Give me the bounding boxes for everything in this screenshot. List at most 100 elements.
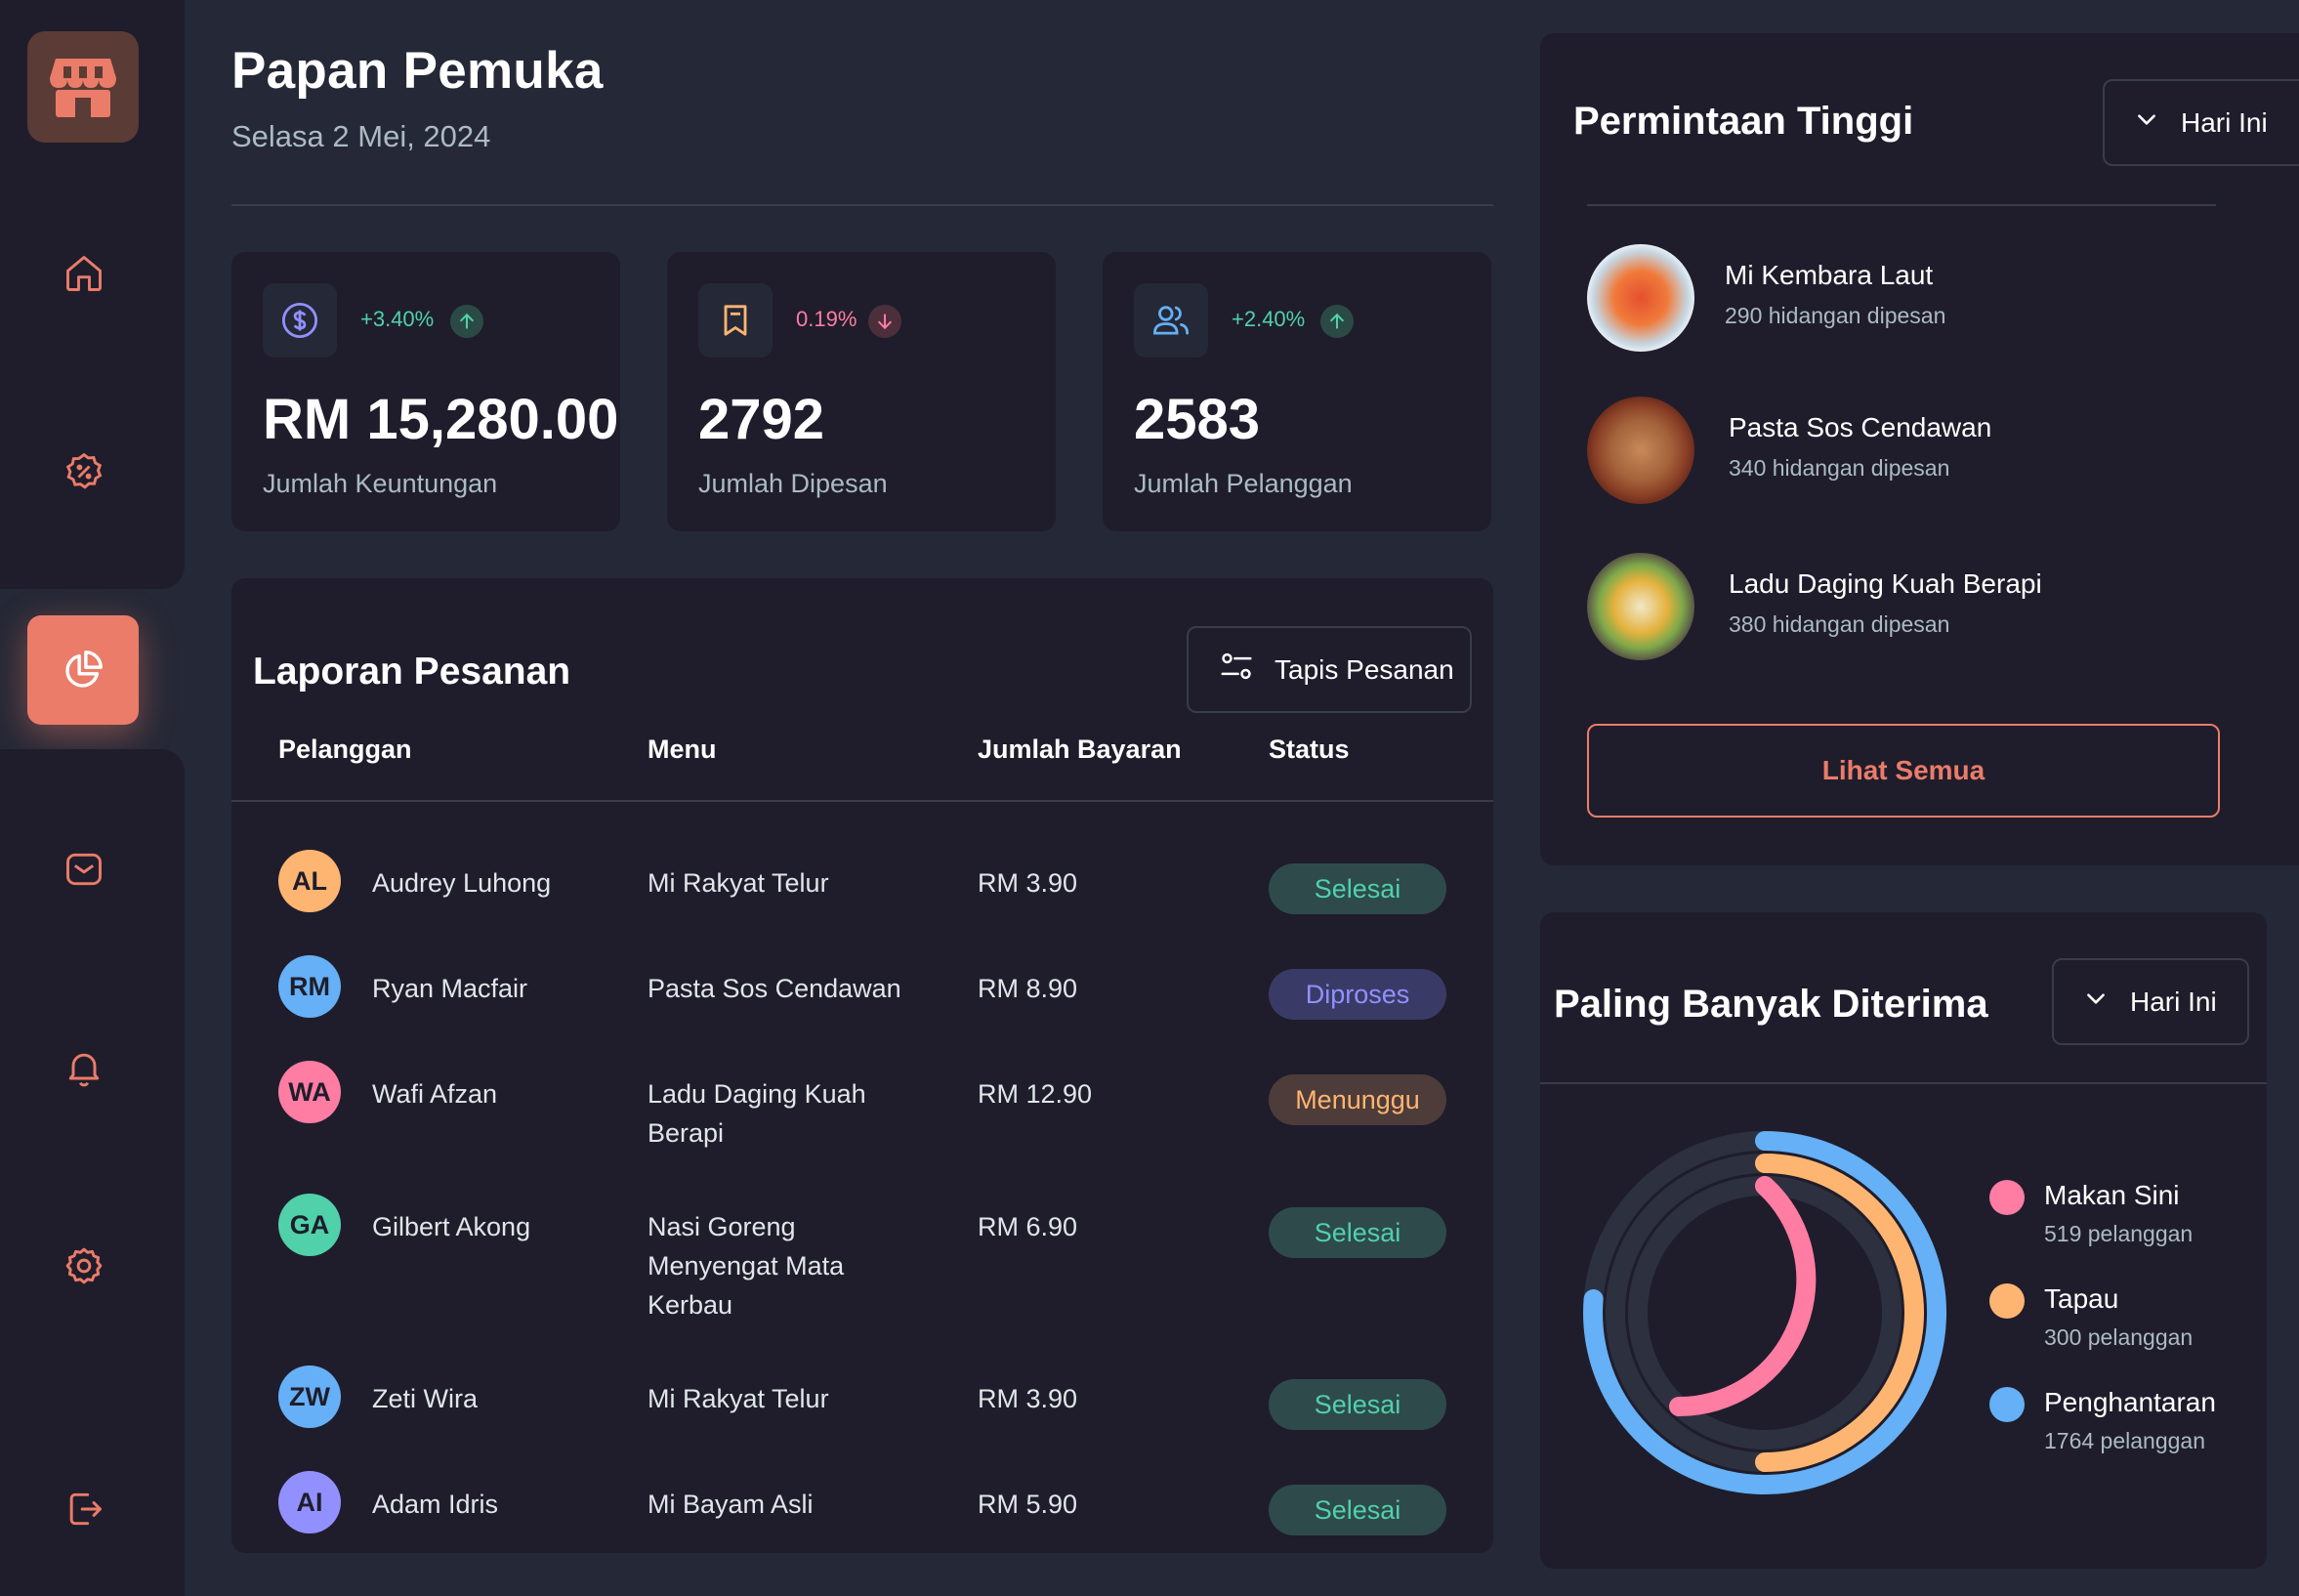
home-icon[interactable]: [53, 242, 114, 304]
menu-item: Mi Rakyat Telur: [648, 868, 829, 898]
filter-orders-button[interactable]: Tapis Pesanan: [1187, 626, 1472, 713]
report-title: Laporan Pesanan: [253, 651, 571, 693]
arrow-up-icon: [1320, 305, 1354, 338]
stat-value: 2583: [1134, 388, 1261, 451]
menu-item: Nasi Goreng Menyengat Mata Kerbau: [648, 1212, 845, 1320]
legend-count: 300 pelanggan: [2044, 1324, 2194, 1350]
status-badge: Selesai: [1269, 863, 1446, 914]
dish-item[interactable]: Mi Kembara Laut 290 hidangan dipesan: [1587, 244, 2173, 352]
dish-image: [1587, 553, 1694, 660]
customer-name: Wafi Afzan: [372, 1079, 498, 1109]
period-dropdown[interactable]: Hari Ini: [2052, 958, 2249, 1045]
bookmark-icon: [698, 283, 773, 357]
sidebar-lower: [0, 749, 185, 1596]
dish-orders: 380 hidangan dipesan: [1729, 611, 1950, 637]
dish-name: Ladu Daging Kuah Berapi: [1729, 568, 2042, 599]
dish-image: [1587, 244, 1694, 352]
status-badge: Menunggu: [1269, 1074, 1446, 1125]
customer-name: Adam Idris: [372, 1490, 499, 1519]
filter-icon: [1218, 648, 1255, 692]
filter-label: Tapis Pesanan: [1275, 653, 1454, 685]
menu-item: Mi Rakyat Telur: [648, 1384, 829, 1413]
dashboard-pie-icon[interactable]: [27, 615, 139, 725]
page-title: Papan Pemuka: [231, 42, 604, 100]
stat-change: +2.40%: [1232, 307, 1306, 331]
stat-label: Jumlah Keuntungan: [263, 469, 498, 498]
payment-amount: RM 12.90: [978, 1079, 1093, 1109]
customer-name: Ryan Macfair: [372, 974, 528, 1003]
column-header-payment: Jumlah Bayaran: [978, 735, 1182, 764]
legend-dot: [1989, 1180, 2025, 1215]
legend-count: 1764 pelanggan: [2044, 1428, 2205, 1453]
stat-change: +3.40%: [360, 307, 435, 331]
avatar: RM: [278, 955, 341, 1018]
status-badge: Selesai: [1269, 1207, 1446, 1258]
legend-dot: [1989, 1283, 2025, 1319]
period-label: Hari Ini: [2130, 986, 2217, 1017]
dish-item[interactable]: Ladu Daging Kuah Berapi 380 hidangan dip…: [1587, 553, 2173, 660]
high-demand-title: Permintaan Tinggi: [1573, 100, 1914, 143]
stat-value: 2792: [698, 388, 825, 451]
donut-arc-dine-in: [1669, 1176, 1817, 1417]
notification-icon[interactable]: [53, 1036, 114, 1098]
most-accepted-divider: [1540, 1082, 2267, 1084]
payment-amount: RM 6.90: [978, 1212, 1078, 1241]
column-header-status: Status: [1269, 735, 1350, 764]
payment-amount: RM 5.90: [978, 1490, 1078, 1519]
see-all-button[interactable]: Lihat Semua: [1587, 724, 2220, 818]
high-demand-divider: [1587, 204, 2216, 206]
stat-card-profit: +3.40% RM 15,280.00 Jumlah Keuntungan: [231, 252, 620, 531]
message-icon[interactable]: [53, 838, 114, 900]
header-divider: [231, 204, 1493, 206]
order-type-donut-chart: [1583, 1131, 1947, 1494]
column-header-menu: Menu: [648, 735, 717, 764]
status-badge: Diproses: [1269, 969, 1446, 1020]
dish-orders: 340 hidangan dipesan: [1729, 455, 1950, 481]
legend-name: Tapau: [2044, 1283, 2119, 1314]
stat-value: RM 15,280.00: [263, 388, 619, 451]
payment-amount: RM 8.90: [978, 974, 1078, 1003]
menu-item: Pasta Sos Cendawan: [648, 974, 901, 1003]
order-report: Laporan Pesanan Tapis Pesanan Pelanggan …: [231, 578, 1493, 1553]
settings-icon[interactable]: [53, 1235, 114, 1296]
stat-change: 0.19%: [796, 307, 857, 331]
store-icon[interactable]: [27, 31, 139, 143]
dish-name: Mi Kembara Laut: [1725, 260, 1934, 290]
stat-card-customers: +2.40% 2583 Jumlah Pelanggan: [1103, 252, 1491, 531]
dollar-icon: [263, 283, 337, 357]
menu-item: Ladu Daging Kuah Berapi: [648, 1079, 866, 1148]
legend-name: Makan Sini: [2044, 1180, 2180, 1210]
table-header-divider: [231, 800, 1493, 802]
payment-amount: RM 3.90: [978, 1384, 1078, 1413]
avatar: AL: [278, 850, 341, 912]
legend-dot: [1989, 1387, 2025, 1422]
period-dropdown[interactable]: Hari Ini: [2103, 79, 2299, 166]
status-badge: Selesai: [1269, 1379, 1446, 1430]
payment-amount: RM 3.90: [978, 868, 1078, 898]
page-date: Selasa 2 Mei, 2024: [231, 119, 491, 153]
customer-name: Zeti Wira: [372, 1384, 478, 1413]
arrow-up-icon: [450, 305, 483, 338]
users-icon: [1134, 283, 1208, 357]
logout-icon[interactable]: [53, 1478, 114, 1539]
most-accepted-title: Paling Banyak Diterima: [1554, 983, 1988, 1026]
legend-count: 519 pelanggan: [2044, 1221, 2194, 1246]
column-header-customer: Pelanggan: [278, 735, 412, 764]
customer-name: Gilbert Akong: [372, 1212, 531, 1241]
avatar: WA: [278, 1061, 341, 1123]
status-badge: Selesai: [1269, 1485, 1446, 1535]
arrow-down-icon: [868, 305, 901, 338]
avatar: GA: [278, 1194, 341, 1256]
legend-name: Penghantaran: [2044, 1387, 2216, 1417]
customer-name: Audrey Luhong: [372, 868, 552, 898]
discount-icon[interactable]: [53, 441, 114, 502]
most-accepted-panel: Paling Banyak Diterima Hari Ini Makan Si…: [1540, 912, 2267, 1569]
dish-image: [1587, 397, 1694, 504]
stat-label: Jumlah Dipesan: [698, 469, 888, 498]
avatar: AI: [278, 1471, 341, 1533]
period-label: Hari Ini: [2181, 106, 2268, 138]
chevron-down-icon: [2083, 986, 2109, 1018]
stat-label: Jumlah Pelanggan: [1134, 469, 1353, 498]
dish-item[interactable]: Pasta Sos Cendawan 340 hidangan dipesan: [1587, 397, 2173, 504]
high-demand-panel: Permintaan Tinggi Hari Ini Mi Kembara La…: [1540, 33, 2299, 865]
